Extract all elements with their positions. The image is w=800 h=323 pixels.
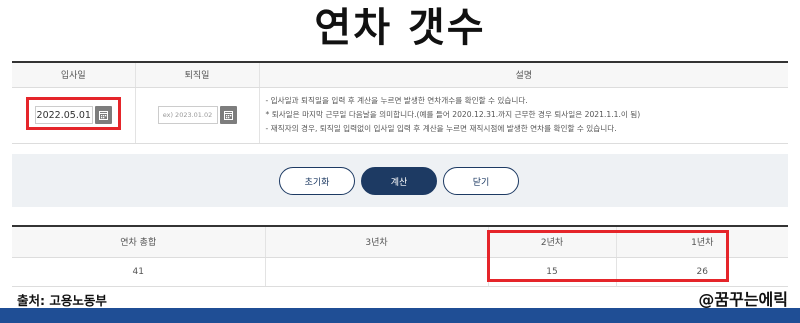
end-date-header: 퇴직일 xyxy=(135,62,260,88)
bottom-bar xyxy=(0,308,800,323)
total-leave-value: 41 xyxy=(12,257,266,287)
table-row: 41 15 26 xyxy=(12,257,788,287)
start-date-input[interactable]: 2022.05.01 xyxy=(34,106,93,124)
close-button[interactable]: 닫기 xyxy=(443,167,519,195)
column-header: 3년차 xyxy=(265,226,489,258)
start-date-cell: 2022.05.01 xyxy=(12,87,136,144)
description-line: * 퇴사일은 마지막 근무일 다음날을 의미합니다.(예를 들어 2020.12… xyxy=(265,110,641,119)
column-header: 2년차 xyxy=(488,226,617,258)
result-table: 연차 총합 3년차 2년차 1년차 41 15 26 xyxy=(12,225,788,287)
calendar-icon[interactable] xyxy=(94,106,112,124)
start-date-header: 입사일 xyxy=(12,62,136,88)
reset-button[interactable]: 초기화 xyxy=(279,167,355,195)
description-cell: - 입사일과 퇴직일을 입력 후 계산을 누르면 발생한 연차개수를 확인할 수… xyxy=(259,87,788,144)
source-caption: 출처: 고용노동부 xyxy=(17,293,107,308)
table-header-row: 연차 총합 3년차 2년차 1년차 xyxy=(12,226,788,258)
column-header: 연차 총합 xyxy=(12,226,266,258)
description-header: 설명 xyxy=(259,62,788,88)
year1-leave-value: 26 xyxy=(616,257,788,287)
calendar-icon[interactable] xyxy=(219,106,237,124)
end-date-cell: ex) 2023.01.02 xyxy=(135,87,260,144)
watermark: @꿈꾸는에릭 xyxy=(698,290,788,309)
description-line: - 입사일과 퇴직일을 입력 후 계산을 누르면 발생한 연차개수를 확인할 수… xyxy=(265,96,528,105)
description-line: - 재직자의 경우, 퇴직일 입력없이 입사일 입력 후 계산을 누르면 재직시… xyxy=(265,124,617,133)
year2-leave-value: 15 xyxy=(488,257,617,287)
end-date-input[interactable]: ex) 2023.01.02 xyxy=(157,106,218,124)
column-header: 1년차 xyxy=(616,226,788,258)
date-form-table: 입사일 퇴직일 설명 2022.05.01 ex) 2023.01.02 - 입… xyxy=(12,61,788,144)
calculate-button[interactable]: 계산 xyxy=(361,167,437,195)
page-title: 연차 갯수 xyxy=(314,5,486,51)
year3-leave-value xyxy=(265,257,489,287)
